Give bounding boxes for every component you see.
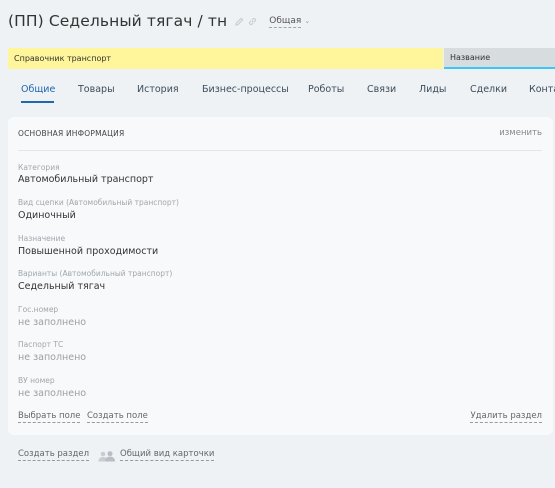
view-dropdown[interactable]: Общая ⌄ bbox=[269, 15, 310, 28]
field-value-variants[interactable]: Седельный тягач bbox=[18, 281, 105, 292]
tab-general[interactable]: Общие bbox=[21, 84, 55, 95]
users-icon bbox=[98, 447, 116, 466]
field-label-category: Категория bbox=[18, 163, 60, 172]
delete-section-link[interactable]: Удалить раздел bbox=[470, 411, 542, 423]
section-title: ОСНОВНАЯ ИНФОРМАЦИЯ bbox=[18, 129, 125, 138]
tab-contacts[interactable]: Конта bbox=[529, 84, 555, 95]
breadcrumb-catalog[interactable]: Справочник транспорт bbox=[8, 48, 443, 69]
select-field-link[interactable]: Выбрать поле bbox=[18, 411, 81, 423]
tab-links[interactable]: Связи bbox=[367, 84, 396, 95]
field-label-plate-number: Гос.номер bbox=[18, 305, 59, 314]
field-value-coupling-type[interactable]: Одиночный bbox=[18, 210, 76, 221]
field-label-license-number: ВУ номер bbox=[18, 376, 55, 385]
field-value-plate-number[interactable]: не заполнено bbox=[18, 317, 86, 328]
create-section-link[interactable]: Создать раздел bbox=[18, 449, 90, 461]
tab-robots[interactable]: Роботы bbox=[308, 84, 344, 95]
page-title: (ПП) Седельный тягач / тн bbox=[8, 12, 228, 30]
view-dropdown-label: Общая bbox=[269, 15, 302, 28]
card-common-view-link[interactable]: Общий вид карточки bbox=[120, 449, 215, 461]
tab-deals[interactable]: Сделки bbox=[470, 84, 507, 95]
tab-bar: Общие Товары История Бизнес-процессы Роб… bbox=[0, 78, 555, 104]
field-value-license-number[interactable]: не заполнено bbox=[18, 388, 86, 399]
chevron-down-icon: ⌄ bbox=[304, 17, 311, 25]
field-label-purpose: Назначение bbox=[18, 234, 66, 243]
field-label-variants: Варианты (Автомобильный транспорт) bbox=[18, 269, 173, 278]
edit-section-button[interactable]: изменить bbox=[499, 128, 542, 138]
tab-leads[interactable]: Лиды bbox=[419, 84, 446, 95]
field-value-category[interactable]: Автомобильный транспорт bbox=[18, 174, 153, 185]
breadcrumb-name[interactable]: Название bbox=[444, 48, 555, 69]
tab-products[interactable]: Товары bbox=[78, 84, 115, 95]
section-divider bbox=[18, 150, 542, 151]
tab-history[interactable]: История bbox=[137, 84, 179, 95]
field-value-vehicle-passport[interactable]: не заполнено bbox=[18, 352, 86, 363]
main-info-section: ОСНОВНАЯ ИНФОРМАЦИЯ изменить Категория А… bbox=[8, 117, 553, 435]
field-value-purpose[interactable]: Повышенной проходимости bbox=[18, 246, 158, 257]
tab-business-processes[interactable]: Бизнес-процессы bbox=[202, 84, 289, 95]
active-tab-indicator bbox=[21, 101, 54, 103]
create-field-link[interactable]: Создать поле bbox=[87, 411, 148, 423]
field-label-vehicle-passport: Паспорт ТС bbox=[18, 340, 64, 349]
page-header: (ПП) Седельный тягач / тн Общая ⌄ bbox=[8, 12, 310, 30]
link-icon[interactable] bbox=[248, 17, 257, 26]
field-label-coupling-type: Вид сцепки (Автомобильный транспорт) bbox=[18, 198, 179, 207]
edit-icon[interactable] bbox=[235, 17, 244, 26]
